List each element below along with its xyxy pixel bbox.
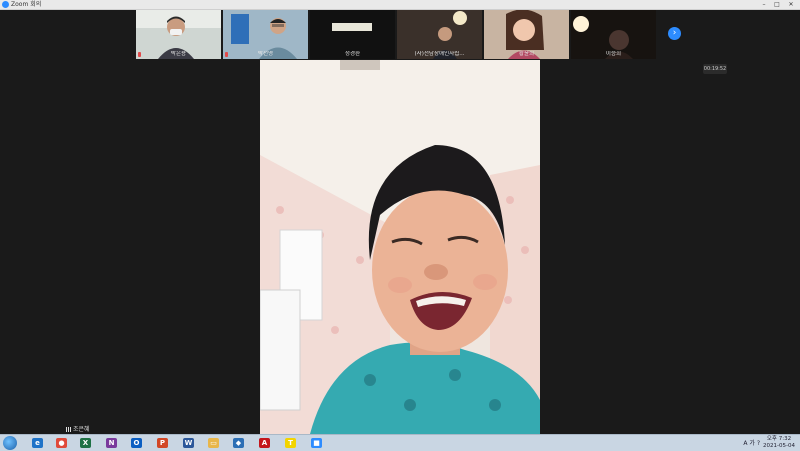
app-icon: ◆ — [233, 438, 244, 448]
title-bar: Zoom 회의 – □ ✕ — [0, 0, 800, 10]
kakaotalk-icon: T — [285, 438, 296, 448]
windows-taskbar: e ● X N O P W ▭ ◆ A T ■ A 가 ? 오후 7:32 2021-05-04 — [0, 434, 800, 451]
speaker-name-label: 조은혜 — [66, 424, 90, 433]
maximize-button[interactable]: □ — [771, 0, 783, 9]
ie-taskbar-button[interactable]: e — [29, 436, 46, 450]
kakaotalk-taskbar-button[interactable]: T — [282, 436, 299, 450]
speaker-video-frame — [260, 60, 540, 434]
acrobat-taskbar-button[interactable]: A — [256, 436, 273, 450]
chrome-taskbar-button[interactable]: ● — [53, 436, 70, 450]
app-taskbar-button[interactable]: ◆ — [230, 436, 247, 450]
clock-date: 2021-05-04 — [763, 443, 795, 449]
video-stage: 박은용 박선영 정경환 (사)전남장애인자립... 황윤희 이승희 › 00:1… — [0, 10, 800, 434]
participant-name: 이승희 — [605, 51, 622, 57]
system-tray[interactable]: A 가 ? — [743, 438, 760, 448]
participant-name: 박선영 — [257, 51, 274, 57]
start-button[interactable] — [3, 436, 17, 450]
excel-taskbar-button[interactable]: X — [77, 436, 94, 450]
clock-time: 오후 7:32 — [766, 436, 792, 442]
onenote-taskbar-button[interactable]: N — [103, 436, 120, 450]
close-button[interactable]: ✕ — [785, 0, 797, 9]
outlook-icon: O — [131, 438, 142, 448]
powerpoint-taskbar-button[interactable]: P — [154, 436, 171, 450]
participant-tile[interactable]: 이승희 — [571, 10, 656, 59]
outlook-taskbar-button[interactable]: O — [128, 436, 145, 450]
system-clock[interactable]: 오후 7:32 2021-05-04 — [762, 436, 796, 450]
participant-name: 정경환 — [344, 51, 361, 57]
explorer-taskbar-button[interactable]: ▭ — [205, 436, 222, 450]
participant-tile[interactable]: 박선영 — [223, 10, 308, 59]
ie-icon: e — [32, 438, 43, 448]
participant-name: 황윤희 — [518, 51, 535, 57]
active-speaker-video — [260, 60, 540, 434]
zoom-logo-icon — [2, 1, 9, 8]
next-page-button[interactable]: › — [668, 27, 681, 40]
zoom-taskbar-button[interactable]: ■ — [308, 436, 325, 450]
powerpoint-icon: P — [157, 438, 168, 448]
participant-tile[interactable]: 박은용 — [136, 10, 221, 59]
participant-name: (사)전남장애인자립... — [414, 51, 465, 57]
participant-tile[interactable]: (사)전남장애인자립... — [397, 10, 482, 59]
participant-tile[interactable]: 정경환 — [310, 10, 395, 59]
explorer-icon: ▭ — [208, 438, 219, 448]
onenote-icon: N — [106, 438, 117, 448]
minimize-button[interactable]: – — [758, 0, 770, 9]
participant-name: 박은용 — [170, 51, 187, 57]
chrome-icon: ● — [56, 438, 67, 448]
window-title: Zoom 회의 — [11, 1, 42, 8]
word-icon: W — [183, 438, 194, 448]
word-taskbar-button[interactable]: W — [180, 436, 197, 450]
excel-icon: X — [80, 438, 91, 448]
zoom-icon: ■ — [311, 438, 322, 448]
meeting-timer: 00:19:52 — [703, 64, 727, 74]
signal-bars-icon — [66, 427, 71, 432]
participant-tile[interactable]: 황윤희 — [484, 10, 569, 59]
acrobat-icon: A — [259, 438, 270, 448]
